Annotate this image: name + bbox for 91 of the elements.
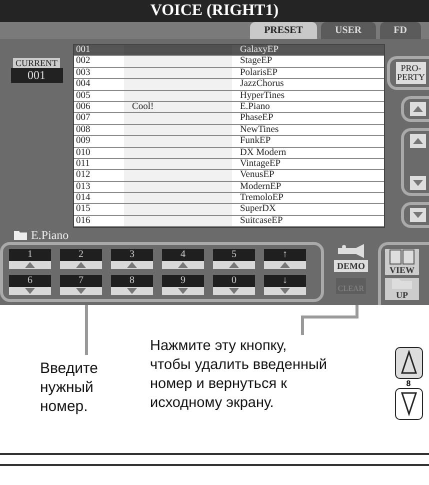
- voice-row[interactable]: 003 PolarisEP: [74, 68, 384, 80]
- voice-row[interactable]: 014 TremoloEP: [74, 193, 384, 204]
- voice-row[interactable]: 010 DX Modern: [74, 148, 384, 159]
- voice-number: 004: [75, 79, 92, 90]
- folder-icon: [14, 230, 27, 240]
- voice-note: Cool!: [132, 102, 154, 112]
- voice-number: 011: [75, 158, 91, 170]
- property-button[interactable]: PRO- PERTY: [396, 62, 426, 84]
- scroll-down-button[interactable]: [410, 176, 426, 190]
- down-panel-button[interactable]: [394, 388, 422, 420]
- voice-number: 009: [75, 136, 92, 147]
- voice-name: TremoloEP: [239, 193, 284, 204]
- button-number: 8: [406, 379, 411, 388]
- voice-row[interactable]: 002 StageEP: [74, 56, 384, 68]
- voice-name: HyperTines: [239, 90, 285, 101]
- leader-line: [85, 305, 88, 355]
- voice-name: SuperDX: [239, 204, 276, 215]
- voice-number: 016: [75, 216, 92, 226]
- leader-line: [301, 305, 359, 335]
- arrow-icon: [76, 288, 86, 294]
- voice-row[interactable]: 007 PhaseEP: [74, 113, 384, 125]
- voice-number: 015: [75, 204, 92, 215]
- tab[interactable]: USER: [320, 22, 376, 39]
- voice-name: ModernEP: [239, 182, 282, 192]
- trumpet-icon: [336, 244, 366, 258]
- voice-row[interactable]: 005 HyperTines: [74, 90, 384, 102]
- voice-name: JazzChorus: [239, 79, 284, 90]
- arrow-icon: [25, 262, 35, 268]
- voice-row[interactable]: 008 NewTines: [74, 124, 384, 136]
- voice-row[interactable]: 015 SuperDX: [74, 204, 384, 216]
- up-button[interactable]: UP: [385, 278, 419, 300]
- up-panel-button[interactable]: [394, 347, 422, 379]
- voice-name: PhaseEP: [239, 113, 274, 124]
- voice-name: VintageEP: [239, 158, 281, 170]
- scroll-bottom-button[interactable]: [410, 208, 426, 222]
- arrow-icon: [229, 262, 239, 268]
- voice-row[interactable]: 009 FunkEP: [74, 136, 384, 148]
- voice-number: 001: [75, 45, 92, 56]
- voice-number: 012: [75, 170, 92, 181]
- arrow-icon: [76, 262, 86, 268]
- top-arrow-icon: [413, 106, 423, 112]
- arrow-icon: [127, 262, 137, 268]
- demo-button[interactable]: DEMO: [334, 260, 368, 272]
- arrow-icon: [280, 262, 290, 268]
- voice-name: NewTines: [239, 124, 279, 136]
- scroll-top-button[interactable]: [410, 102, 426, 116]
- bottom-arrow-icon: [413, 212, 423, 218]
- up-arrow-icon: [413, 138, 423, 144]
- folder-icon: [391, 278, 413, 290]
- voice-row[interactable]: 004 JazzChorus: [74, 79, 384, 91]
- voice-name: E.Piano: [239, 102, 270, 112]
- voice-row[interactable]: 011 VintageEP: [74, 158, 384, 170]
- voice-name: VenusEP: [239, 170, 274, 181]
- voice-name: StageEP: [239, 56, 272, 67]
- current-label: CURRENT: [13, 58, 60, 68]
- current-value: 001: [10, 68, 62, 83]
- voice-name: GalaxyEP: [239, 45, 279, 56]
- voice-number: 013: [75, 182, 92, 192]
- callout-text: Введите нужный номер.: [40, 359, 99, 416]
- scroll-up-button[interactable]: [410, 134, 426, 148]
- voice-number: 007: [75, 113, 92, 124]
- view-icon: [389, 249, 415, 266]
- voice-row[interactable]: 013 ModernEP: [74, 182, 384, 194]
- view-button[interactable]: VIEW: [385, 249, 419, 276]
- arrow-icon: [178, 262, 188, 268]
- screen-title: VOICE (RIGHT1): [0, 0, 429, 22]
- folder-name: E.Piano: [31, 228, 69, 243]
- tab[interactable]: PRESET: [250, 22, 317, 39]
- callout-text: Нажмите эту кнопку, чтобы удалить введенный номер и вернуться к исходному экрану.: [150, 337, 328, 413]
- voice-number: 006: [75, 102, 92, 112]
- voice-number: 005: [75, 90, 92, 101]
- voice-number: 014: [75, 193, 92, 204]
- arrow-icon: [25, 288, 35, 294]
- voice-row[interactable]: 001 GalaxyEP: [74, 45, 384, 56]
- arrow-icon: [178, 288, 188, 294]
- voice-number: 010: [75, 148, 92, 158]
- voice-number: 002: [75, 56, 92, 67]
- down-arrow-icon: [413, 180, 423, 186]
- voice-name: PolarisEP: [239, 68, 278, 78]
- voice-number: 008: [75, 124, 92, 136]
- voice-row[interactable]: 012 VenusEP: [74, 170, 384, 182]
- arrow-icon: [229, 288, 239, 294]
- arrow-icon: [280, 288, 290, 294]
- voice-name: FunkEP: [239, 136, 271, 147]
- arrow-icon: [127, 288, 137, 294]
- voice-name: DX Modern: [239, 148, 286, 158]
- tab[interactable]: FD: [380, 22, 421, 39]
- voice-name: SuitcaseEP: [239, 216, 283, 226]
- voice-row[interactable]: 016 SuitcaseEP: [74, 216, 384, 228]
- voice-number: 003: [75, 68, 92, 78]
- voice-row[interactable]: 006 Cool! E.Piano: [74, 102, 384, 114]
